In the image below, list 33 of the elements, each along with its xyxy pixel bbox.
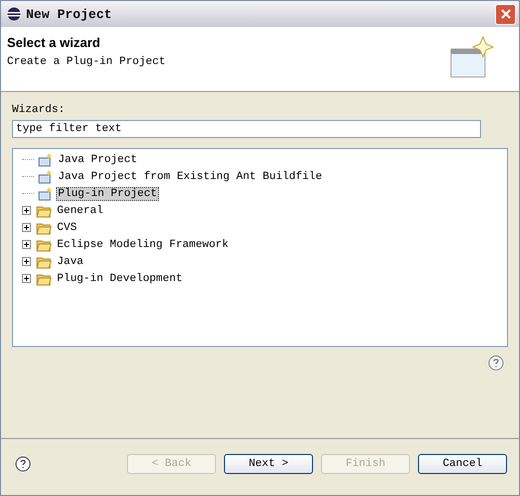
expand-icon[interactable] bbox=[22, 240, 31, 249]
dialog-button[interactable]: Cancel bbox=[418, 454, 507, 474]
tree-item[interactable]: General bbox=[55, 204, 106, 218]
tree-item[interactable]: Java Project bbox=[56, 152, 140, 166]
project-icon bbox=[37, 186, 53, 202]
folder-icon bbox=[36, 204, 52, 218]
expand-icon[interactable] bbox=[22, 223, 31, 232]
page-title: Select a wizard bbox=[7, 35, 102, 50]
folder-icon bbox=[36, 254, 52, 268]
help-icon[interactable] bbox=[15, 456, 31, 472]
tree-item[interactable]: Java bbox=[55, 254, 86, 268]
close-button[interactable] bbox=[495, 4, 516, 24]
close-icon bbox=[500, 8, 512, 20]
tree-item[interactable]: CVS bbox=[55, 220, 79, 234]
tree-item[interactable]: Plug-in Development bbox=[55, 272, 184, 286]
folder-icon bbox=[36, 238, 52, 252]
eclipse-icon bbox=[7, 7, 21, 21]
wizards-label: Wizards: bbox=[12, 104, 66, 116]
help-icon[interactable] bbox=[488, 355, 504, 371]
project-icon bbox=[37, 152, 53, 168]
expand-icon[interactable] bbox=[22, 274, 31, 283]
dialog-button[interactable]: Next > bbox=[224, 454, 313, 474]
page-description: Create a Plug-in Project bbox=[7, 56, 166, 68]
folder-icon bbox=[36, 220, 52, 234]
tree-item[interactable]: Eclipse Modeling Framework bbox=[55, 238, 231, 252]
filter-field[interactable]: type filter text bbox=[12, 120, 481, 138]
tree-item[interactable]: Java Project from Existing Ant Buildfile bbox=[56, 170, 324, 184]
folder-icon bbox=[36, 272, 52, 286]
expand-icon[interactable] bbox=[22, 206, 31, 215]
window-title: New Project bbox=[26, 6, 113, 22]
expand-icon[interactable] bbox=[22, 257, 31, 266]
project-icon bbox=[37, 168, 53, 184]
tree-item[interactable]: Plug-in Project bbox=[56, 186, 160, 200]
